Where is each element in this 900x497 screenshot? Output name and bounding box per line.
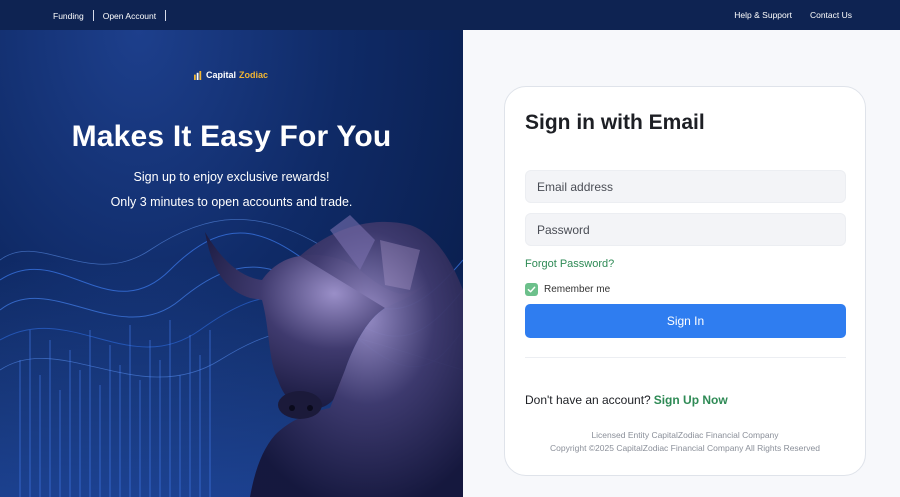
brand-logo[interactable]: Capital Zodiac [194, 70, 268, 80]
no-account-text: Don't have an account? [525, 393, 651, 407]
top-nav-bar: Funding Open Account Help & Support Cont… [0, 0, 900, 30]
nav-divider [165, 10, 167, 21]
nav-link-help-support[interactable]: Help & Support [734, 10, 792, 20]
logo-mark-icon [194, 70, 202, 80]
signin-card: Sign in with Email Forgot Password? Reme… [504, 86, 866, 476]
top-nav-right: Help & Support Contact Us [734, 10, 852, 20]
license-text: Licensed Entity CapitalZodiac Financial … [591, 430, 779, 440]
nav-link-funding[interactable]: Funding [53, 11, 84, 21]
checkmark-icon [527, 286, 536, 293]
hero-title: Makes It Easy For You [71, 120, 392, 153]
email-input[interactable] [525, 170, 846, 203]
remember-me-checkbox[interactable] [525, 283, 538, 296]
card-divider [525, 357, 846, 358]
nav-link-open-account[interactable]: Open Account [103, 11, 156, 21]
copyright-text: Copyright ©2025 CapitalZodiac Financial … [550, 443, 820, 453]
logo-text-zodiac: Zodiac [239, 70, 269, 80]
logo-text-capital: Capital [206, 70, 237, 80]
hero-subtitle-minutes: Only 3 minutes to open accounts and trad… [110, 195, 353, 209]
no-account-prompt: Don't have an account? Sign Up Now [525, 393, 728, 407]
forgot-password-link[interactable]: Forgot Password? [525, 258, 614, 270]
remember-me[interactable]: Remember me [525, 283, 610, 296]
remember-me-label: Remember me [544, 284, 611, 295]
top-nav-left: Funding Open Account [53, 10, 175, 21]
signin-button[interactable]: Sign In [525, 304, 846, 338]
hero-subtitle-rewards: Sign up to enjoy exclusive rewards! [133, 170, 330, 184]
password-input[interactable] [525, 213, 846, 246]
hero-background-art [0, 215, 463, 497]
signin-title: Sign in with Email [525, 111, 705, 134]
nav-link-contact-us[interactable]: Contact Us [810, 10, 852, 20]
hero-panel: Capital Zodiac Makes It Easy For You Sign… [0, 30, 463, 497]
signup-link[interactable]: Sign Up Now [654, 393, 728, 407]
nav-divider [92, 10, 94, 21]
